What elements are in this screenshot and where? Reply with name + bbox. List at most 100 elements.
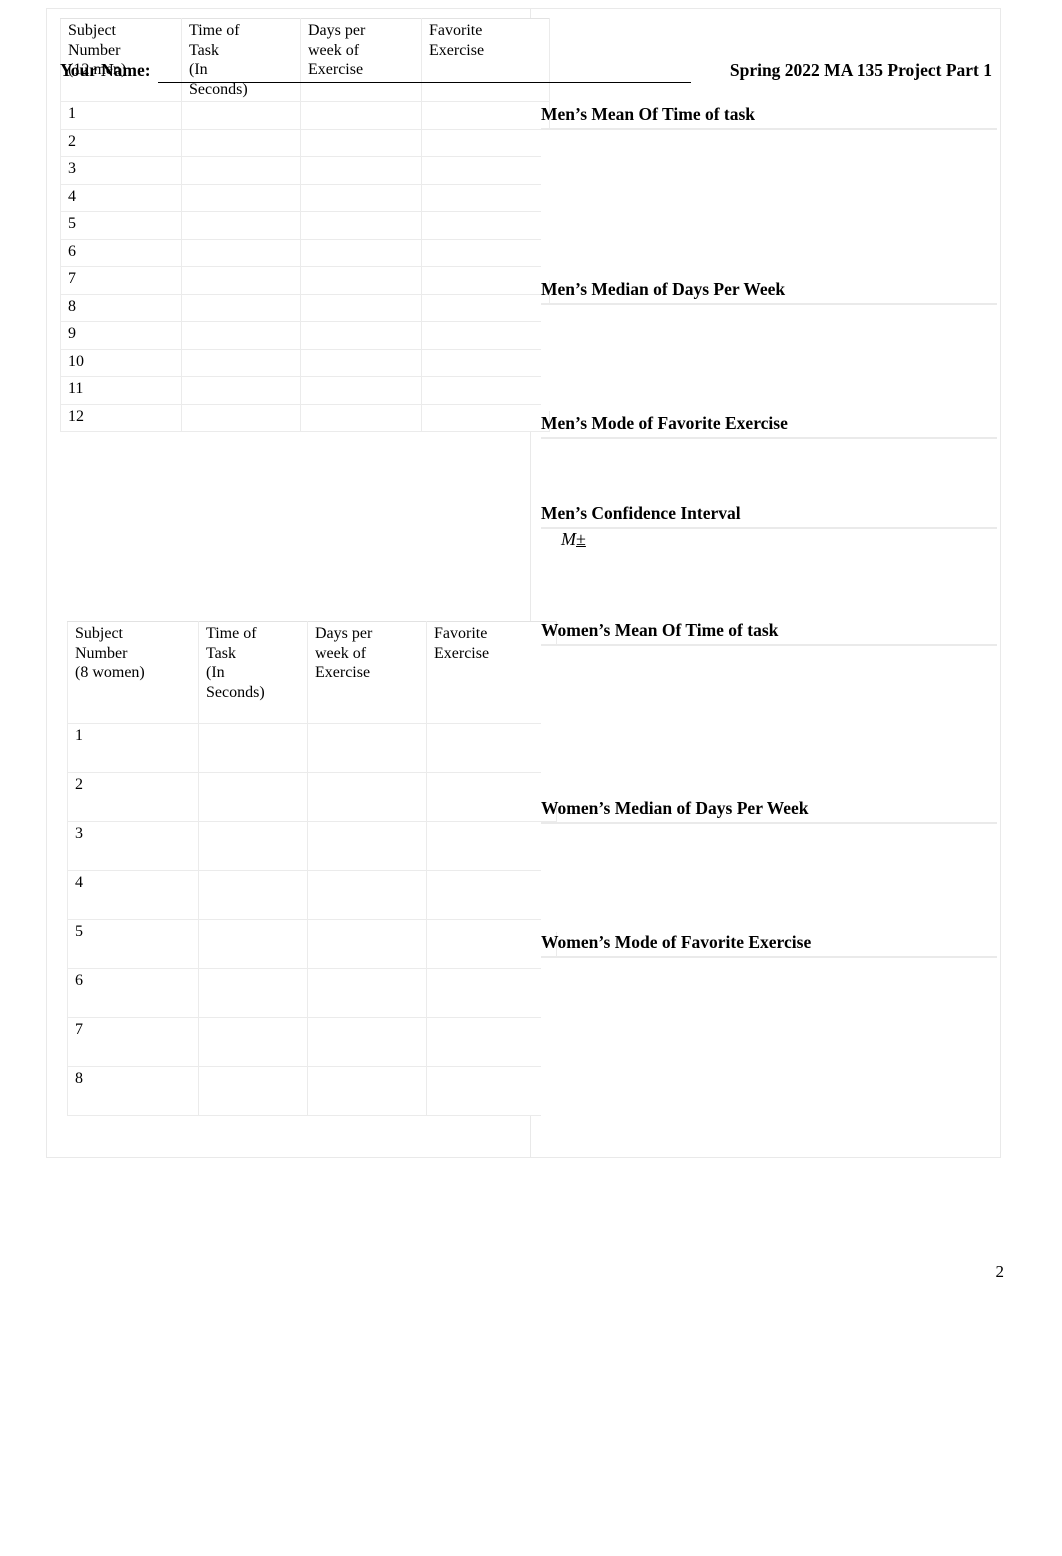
answer-field-men-mean[interactable]: [541, 129, 997, 280]
cell-days[interactable]: [307, 870, 427, 920]
table-row: 4: [60, 183, 550, 213]
table-header-row: Subject Number (8 women) Time of Task (I…: [67, 621, 557, 724]
women-table-body: 12345678: [67, 723, 557, 1116]
answer-block-women-median: Women’s Median of Days Per Week: [541, 798, 997, 932]
table-row: 2: [60, 128, 550, 158]
cell-time[interactable]: [198, 1017, 308, 1067]
cell-subject-number: 8: [60, 293, 182, 323]
table-row: 6: [60, 238, 550, 268]
cell-days[interactable]: [307, 1017, 427, 1067]
header-line: (In: [206, 664, 225, 682]
table-row: 1: [60, 101, 550, 130]
table-row: 6: [67, 968, 557, 1018]
cell-time[interactable]: [181, 156, 301, 185]
answer-field-men-median[interactable]: [541, 304, 997, 411]
cell-days[interactable]: [307, 723, 427, 773]
cell-time[interactable]: [198, 919, 308, 969]
cell-subject-number: 4: [67, 870, 199, 920]
cell-time[interactable]: [198, 821, 308, 871]
table-row: 7: [60, 266, 550, 295]
table-row: 4: [67, 870, 557, 920]
cell-subject-number: 6: [60, 238, 182, 268]
cell-time[interactable]: [198, 1066, 308, 1116]
cell-days[interactable]: [300, 101, 422, 130]
header-line: Exercise: [315, 664, 371, 682]
cell-days[interactable]: [307, 821, 427, 871]
answer-block-women-mean: Women’s Mean Of Time of task: [541, 620, 997, 801]
cell-subject-number: 3: [67, 821, 199, 871]
cell-time[interactable]: [181, 321, 301, 350]
answer-field-women-median[interactable]: [541, 823, 997, 932]
cell-days[interactable]: [300, 156, 422, 185]
col-header-subject-number: Subject Number (8 women): [67, 621, 199, 724]
men-table-body: 1 2 3 4 5 6 7 8 9 10 11 12: [60, 101, 550, 433]
cell-time[interactable]: [181, 238, 301, 268]
cell-time[interactable]: [181, 403, 301, 433]
answer-field-women-mean[interactable]: [541, 645, 997, 801]
ci-symbol-M: M: [561, 528, 576, 549]
cell-days[interactable]: [300, 238, 422, 268]
table-row: 3: [67, 821, 557, 871]
header-line: Time of: [206, 625, 257, 642]
cell-days[interactable]: [300, 211, 422, 240]
answer-heading-men-mean: Men’s Mean Of Time of task: [541, 104, 997, 130]
table-row: 5: [67, 919, 557, 969]
header-line: Subject: [68, 22, 116, 39]
cell-days[interactable]: [300, 348, 422, 378]
answer-field-women-mode[interactable]: [541, 957, 997, 1146]
col-header-days-per-week: Days per week of Exercise: [307, 621, 427, 724]
cell-time[interactable]: [198, 723, 308, 773]
cell-days[interactable]: [307, 1066, 427, 1116]
answer-heading-women-mean: Women’s Mean Of Time of task: [541, 620, 997, 646]
cell-subject-number: 7: [67, 1017, 199, 1067]
table-row: 12: [60, 403, 550, 433]
answer-heading-women-median: Women’s Median of Days Per Week: [541, 798, 997, 824]
cell-subject-number: 5: [67, 919, 199, 969]
cell-time[interactable]: [181, 348, 301, 378]
cell-time[interactable]: [181, 128, 301, 158]
header-line: Days per: [315, 625, 373, 642]
header-line: week of: [315, 644, 367, 662]
cell-days[interactable]: [300, 266, 422, 295]
answer-heading-men-mode: Men’s Mode of Favorite Exercise: [541, 413, 997, 439]
table-row: 10: [60, 348, 550, 378]
cell-subject-number: 11: [60, 376, 182, 405]
cell-subject-number: 10: [60, 348, 182, 378]
cell-subject-number: 3: [60, 156, 182, 185]
left-column: Subject Number (12 men) Time of Task (In…: [47, 9, 557, 1157]
answer-heading-men-confidence-interval: Men’s Confidence Interval: [541, 503, 997, 529]
cell-days[interactable]: [300, 293, 422, 323]
table-row: 9: [60, 321, 550, 350]
answer-field-men-confidence-interval[interactable]: M±: [541, 528, 997, 619]
cell-time[interactable]: [181, 183, 301, 213]
cell-subject-number: 12: [60, 403, 182, 433]
cell-time[interactable]: [181, 266, 301, 295]
header-line: Time of: [189, 22, 240, 39]
cell-days[interactable]: [300, 321, 422, 350]
cell-time[interactable]: [181, 101, 301, 130]
header-line: Task: [206, 644, 236, 662]
answers-column: Men’s Mean Of Time of task Men’s Median …: [531, 9, 1000, 1157]
cell-days[interactable]: [300, 183, 422, 213]
cell-days[interactable]: [300, 376, 422, 405]
table-row: 8: [60, 293, 550, 323]
document-header: Your Name: Spring 2022 MA 135 Project Pa…: [46, 58, 1006, 92]
cell-time[interactable]: [181, 376, 301, 405]
cell-days[interactable]: [300, 403, 422, 433]
cell-subject-number: 4: [60, 183, 182, 213]
answer-field-men-mode[interactable]: [541, 438, 997, 501]
table-row: 5: [60, 211, 550, 240]
cell-days[interactable]: [307, 772, 427, 822]
cell-subject-number: 2: [67, 772, 199, 822]
cell-time[interactable]: [198, 968, 308, 1018]
cell-time[interactable]: [198, 870, 308, 920]
cell-time[interactable]: [181, 211, 301, 240]
cell-days[interactable]: [300, 128, 422, 158]
cell-days[interactable]: [307, 919, 427, 969]
confidence-interval-expression: M±: [541, 515, 586, 549]
cell-time[interactable]: [198, 772, 308, 822]
name-fill-in-rule[interactable]: [158, 82, 691, 83]
cell-subject-number: 9: [60, 321, 182, 350]
cell-time[interactable]: [181, 293, 301, 323]
cell-days[interactable]: [307, 968, 427, 1018]
